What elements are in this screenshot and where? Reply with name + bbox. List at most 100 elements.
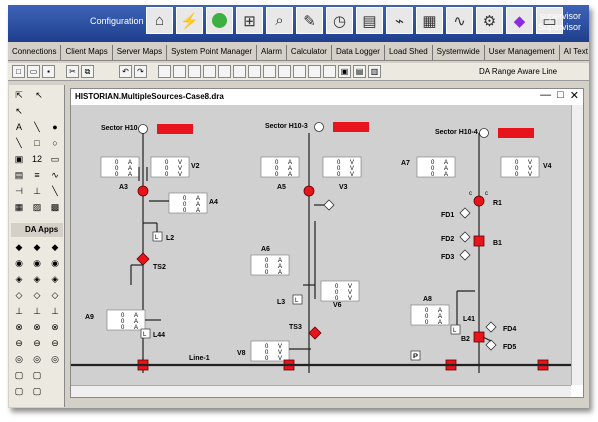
- circle-icon[interactable]: ○: [49, 137, 61, 149]
- tab-alarm[interactable]: Alarm: [257, 45, 287, 60]
- recloser-icon[interactable]: ◉: [49, 257, 61, 269]
- fuse-icon[interactable]: ◇: [49, 289, 61, 301]
- align-icon[interactable]: [323, 65, 336, 78]
- one-line-diagram[interactable]: Sector H10-2 Sector H10-3Sector H10-40 A0 A…: [71, 105, 571, 385]
- fuse-icon[interactable]: ◇: [13, 289, 25, 301]
- save-icon[interactable]: ▪: [42, 65, 55, 78]
- list-icon[interactable]: ≡: [31, 169, 43, 181]
- sensor-icon[interactable]: ◎: [49, 353, 61, 365]
- redo-icon[interactable]: ↷: [134, 65, 147, 78]
- source-icon[interactable]: ⊖: [13, 337, 25, 349]
- align-icon[interactable]: [173, 65, 186, 78]
- grid-icon[interactable]: ▦: [416, 7, 443, 34]
- clock-icon[interactable]: ◷: [326, 7, 353, 34]
- network-icon[interactable]: ⚡: [176, 7, 203, 34]
- user-info[interactable]: supervisor Supervisor: [538, 11, 581, 33]
- book-icon[interactable]: ◆: [506, 7, 533, 34]
- label-icon[interactable]: ▢: [13, 369, 25, 381]
- minimize-icon[interactable]: —: [540, 89, 551, 102]
- text-icon[interactable]: A: [13, 121, 25, 133]
- tab-calculator[interactable]: Calculator: [287, 45, 332, 60]
- tab-ai-text-enums[interactable]: AI Text Enums: [560, 45, 589, 60]
- label-icon[interactable]: ▢: [31, 385, 43, 397]
- align-icon[interactable]: [233, 65, 246, 78]
- sensor-icon[interactable]: ◎: [13, 353, 25, 365]
- maximize-icon[interactable]: □: [557, 89, 564, 102]
- button-icon[interactable]: ▤: [13, 169, 25, 181]
- tab-load-shed[interactable]: Load Shed: [385, 45, 433, 60]
- breaker-icon[interactable]: ◆: [31, 241, 43, 253]
- ungroup-icon[interactable]: ▥: [368, 65, 381, 78]
- line-icon[interactable]: ╲: [13, 137, 25, 149]
- switch-icon[interactable]: ◈: [31, 273, 43, 285]
- tab-systemwide[interactable]: Systemwide: [433, 45, 485, 60]
- align-icon[interactable]: [248, 65, 261, 78]
- undo-icon[interactable]: ↶: [119, 65, 132, 78]
- tab-client-maps[interactable]: Client Maps: [61, 45, 113, 60]
- vertical-scrollbar[interactable]: [571, 105, 583, 385]
- box-icon[interactable]: ▣: [13, 153, 25, 165]
- align-icon[interactable]: [278, 65, 291, 78]
- zoom-icon[interactable]: ⌕: [266, 7, 293, 34]
- meter-icon[interactable]: ⊗: [49, 321, 61, 333]
- wave-icon[interactable]: ∿: [446, 7, 473, 34]
- arrow-icon[interactable]: ⇱: [13, 89, 25, 101]
- switch-icon[interactable]: ◈: [13, 273, 25, 285]
- align-icon[interactable]: [308, 65, 321, 78]
- align-icon[interactable]: [158, 65, 171, 78]
- align-icon[interactable]: [218, 65, 231, 78]
- close-icon[interactable]: ✕: [570, 89, 579, 102]
- sensor-icon[interactable]: ◎: [31, 353, 43, 365]
- fuse-icon[interactable]: ⊥: [31, 185, 43, 197]
- one-line-diagram-canvas[interactable]: Sector H10-2 Sector H10-3 Sector H10-4 0 A 0 A…: [71, 105, 571, 385]
- group-icon[interactable]: ▣: [338, 65, 351, 78]
- new-file-icon[interactable]: □: [12, 65, 25, 78]
- image-icon[interactable]: ▨: [31, 201, 43, 213]
- tab-server-maps[interactable]: Server Maps: [113, 45, 168, 60]
- recloser-icon[interactable]: ◉: [31, 257, 43, 269]
- meter-icon[interactable]: ⊗: [13, 321, 25, 333]
- open-file-icon[interactable]: ▭: [27, 65, 40, 78]
- horizontal-scrollbar[interactable]: [71, 385, 571, 397]
- settings-icon[interactable]: ⚙: [476, 7, 503, 34]
- stamp-icon[interactable]: ●: [49, 121, 61, 133]
- pointer-icon[interactable]: ↖: [33, 89, 45, 101]
- tab-data-logger[interactable]: Data Logger: [332, 45, 385, 60]
- wave-icon[interactable]: ∿: [49, 169, 61, 181]
- breaker-icon[interactable]: ◆: [49, 241, 61, 253]
- load-icon[interactable]: ⊥: [13, 305, 25, 317]
- da-apps-section-header[interactable]: DA Apps: [11, 223, 63, 237]
- status-icon[interactable]: [206, 7, 233, 34]
- cut-icon[interactable]: ✂: [66, 65, 79, 78]
- switch-icon[interactable]: ◈: [49, 273, 61, 285]
- tab-connections[interactable]: Connections: [8, 45, 62, 60]
- tree-icon[interactable]: ⊞: [236, 7, 263, 34]
- number-icon[interactable]: 12: [31, 153, 43, 165]
- load-icon[interactable]: ⊥: [31, 305, 43, 317]
- label-icon[interactable]: ▢: [31, 369, 43, 381]
- chart-icon[interactable]: ▩: [49, 201, 61, 213]
- configuration-label[interactable]: Configuration: [90, 16, 144, 26]
- field-icon[interactable]: ▭: [49, 153, 61, 165]
- chart-icon[interactable]: ⌁: [386, 7, 413, 34]
- load-icon[interactable]: ⊥: [49, 305, 61, 317]
- breaker-icon[interactable]: ◆: [13, 241, 25, 253]
- layer-icon[interactable]: ▤: [353, 65, 366, 78]
- align-icon[interactable]: [263, 65, 276, 78]
- report-icon[interactable]: ▤: [356, 7, 383, 34]
- source-icon[interactable]: ⊖: [31, 337, 43, 349]
- tab-user-management[interactable]: User Management: [485, 45, 560, 60]
- fuse-icon[interactable]: ◇: [31, 289, 43, 301]
- recloser-icon[interactable]: ◉: [13, 257, 25, 269]
- rect-icon[interactable]: □: [31, 137, 43, 149]
- copy-icon[interactable]: ⧉: [81, 65, 94, 78]
- select-icon[interactable]: ↖: [13, 105, 25, 117]
- tab-system-point-manager[interactable]: System Point Manager: [167, 45, 258, 60]
- align-icon[interactable]: [203, 65, 216, 78]
- slash-icon[interactable]: ╲: [49, 185, 61, 197]
- edit-icon[interactable]: ✎: [296, 7, 323, 34]
- switch-icon[interactable]: ⊣: [13, 185, 25, 197]
- line-icon[interactable]: ╲: [31, 121, 43, 133]
- source-icon[interactable]: ⊖: [49, 337, 61, 349]
- meter-icon[interactable]: ⊗: [31, 321, 43, 333]
